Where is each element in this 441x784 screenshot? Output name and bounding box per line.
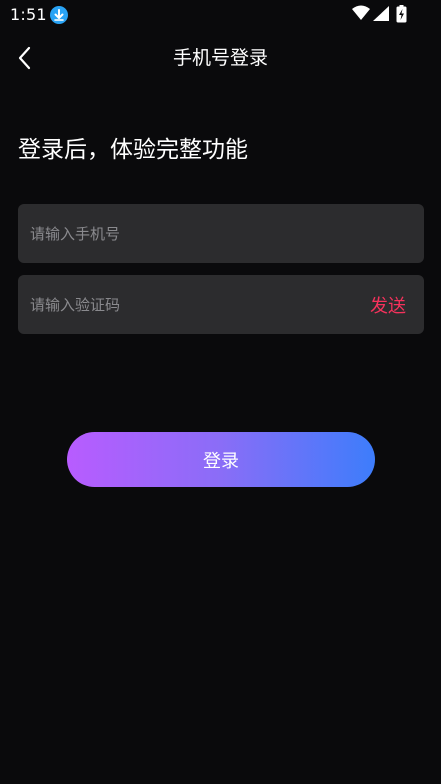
wifi-icon: [352, 5, 370, 25]
headline: 登录后，体验完整功能: [18, 137, 248, 163]
page-title: 手机号登录: [172, 47, 268, 69]
signal-icon: [373, 6, 389, 25]
code-field: 发送: [18, 275, 424, 334]
status-bar: 1:51: [0, 0, 441, 30]
download-icon: [50, 6, 68, 24]
login-button-label: 登录: [203, 451, 239, 472]
status-time: 1:51: [10, 5, 47, 24]
verification-code-input[interactable]: [30, 275, 330, 334]
phone-field: [18, 204, 424, 263]
send-code-button[interactable]: 发送: [370, 292, 406, 318]
header: 手机号登录: [0, 36, 441, 78]
battery-icon: [396, 5, 407, 27]
login-button[interactable]: 登录: [67, 432, 375, 487]
phone-input[interactable]: [30, 204, 330, 263]
